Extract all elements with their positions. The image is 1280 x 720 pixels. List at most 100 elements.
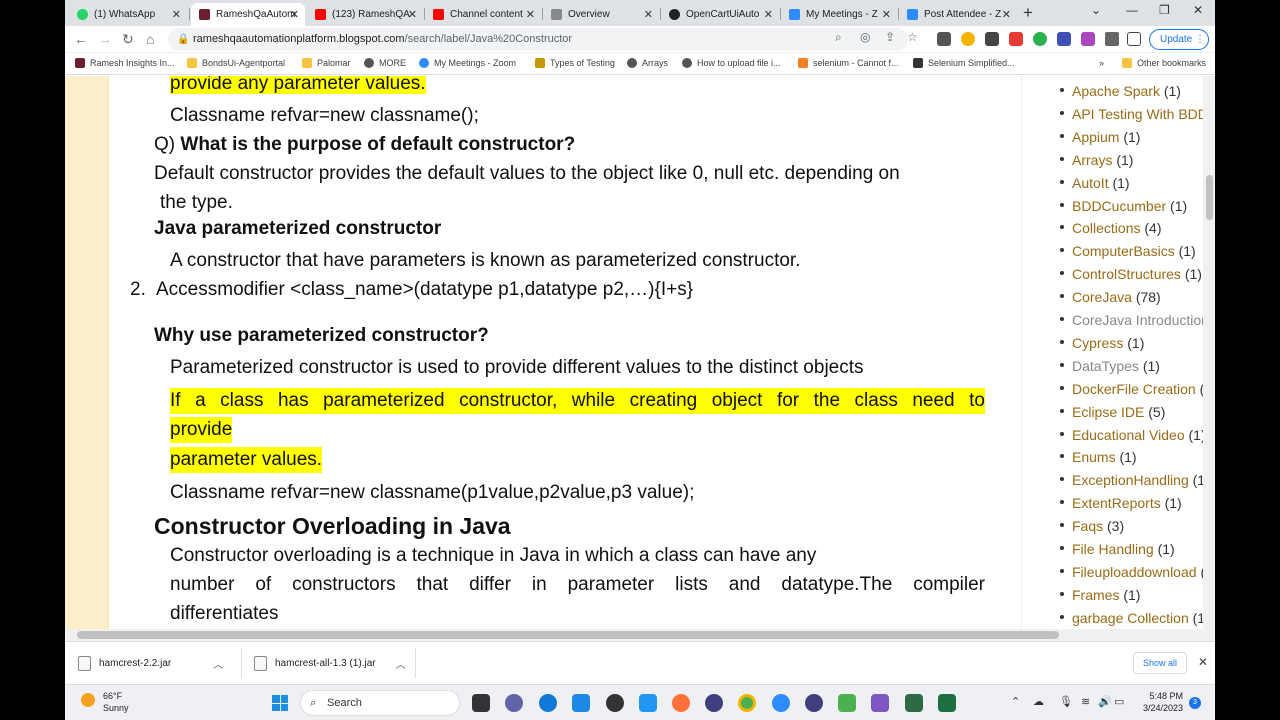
label-link[interactable]: Eclipse IDE (5) [1060,404,1165,420]
lens-icon[interactable]: ◎ [860,30,870,44]
extension-blue-icon[interactable] [1057,32,1071,46]
tab-channel-content[interactable]: Channel content ✕ [425,3,541,26]
dell-icon[interactable] [606,694,624,712]
excel-icon[interactable] [938,694,956,712]
bookmark-item[interactable]: My Meetings - Zoom [419,58,516,68]
taskbar-search[interactable]: ⌕ Search [300,690,460,716]
close-tab-icon[interactable]: ✕ [882,8,891,21]
tab-rameshqa-active[interactable]: RameshQaAutom ✕ [191,3,305,26]
bookmark-item[interactable]: Types of Testing [535,58,615,68]
extension-green-icon[interactable] [1033,32,1047,46]
notification-badge[interactable]: 3 [1189,697,1201,709]
close-tab-icon[interactable]: ✕ [526,8,535,21]
volume-icon[interactable]: 🔊 [1098,695,1112,708]
close-tab-icon[interactable]: ✕ [1002,8,1011,21]
tab-my-meetings[interactable]: My Meetings - Z ✕ [781,3,897,26]
label-link[interactable]: ComputerBasics (1) [1060,243,1196,259]
label-link[interactable]: Educational Video (1) [1060,427,1206,443]
label-link[interactable]: Apache Spark (1) [1060,83,1181,99]
clock[interactable]: 5:48 PM 3/24/2023 [1125,690,1183,714]
firefox-icon[interactable] [672,694,690,712]
label-link[interactable]: Appium (1) [1060,129,1140,145]
label-link[interactable]: Faqs (3) [1060,518,1124,534]
address-bar[interactable]: 🔒 rameshqaautomationplatform.blogspot.com… [168,28,908,51]
vertical-scrollbar[interactable] [1203,76,1215,629]
label-link[interactable]: Collections (4) [1060,220,1162,236]
zoom-icon[interactable]: ⌕ [835,30,842,45]
new-tab-icon[interactable]: + [1023,3,1033,23]
extension-yellow-icon[interactable] [961,32,975,46]
bookmark-item[interactable]: Ramesh Insights In... [75,58,175,68]
tab-post-attendee[interactable]: Post Attendee - Z ✕ [899,3,1017,26]
close-tab-icon[interactable]: ✕ [172,8,181,21]
close-tab-icon[interactable]: ✕ [290,8,299,21]
label-link[interactable]: ExceptionHandling (1) [1060,472,1210,488]
extensions-puzzle-icon[interactable] [1105,32,1119,46]
bookmark-item[interactable]: Palomar [302,58,351,68]
label-link[interactable]: CoreJava Introduction [1060,312,1209,328]
battery-icon[interactable]: ▭ [1114,695,1124,708]
extension-selectors-icon[interactable] [985,32,999,46]
edge-icon[interactable] [539,694,557,712]
close-tab-icon[interactable]: ✕ [644,8,653,21]
home-icon[interactable]: ⌂ [146,31,154,47]
bookmark-item[interactable]: BondsUi-Agentportal [187,58,285,68]
chat-icon[interactable] [505,694,523,712]
maximize-icon[interactable]: ❐ [1159,3,1170,17]
close-tab-icon[interactable]: ✕ [764,8,773,21]
label-link[interactable]: ControlStructures (1) [1060,266,1202,282]
extension-red-icon[interactable] [1009,32,1023,46]
tab-search-icon[interactable]: ⌄ [1091,3,1101,17]
tab-overview[interactable]: Overview ✕ [543,3,659,26]
horizontal-scroll-thumb[interactable] [77,631,1059,639]
label-link[interactable]: API Testing With BDD [1060,106,1208,122]
webex-icon[interactable] [905,694,923,712]
vertical-scroll-thumb[interactable] [1206,175,1213,220]
close-window-icon[interactable]: ✕ [1193,3,1203,17]
download-item[interactable]: hamcrest-2.2.jar ︿ [78,656,223,671]
bookmark-item[interactable]: selenium - Cannot f... [798,58,899,68]
tab-whatsapp[interactable]: (1) WhatsApp ✕ [69,3,187,26]
bookmarks-overflow-icon[interactable]: » [1099,58,1104,68]
label-link[interactable]: DockerFile Creation (1 [1060,381,1212,397]
label-link[interactable]: File Handling (1) [1060,541,1175,557]
chevron-up-icon[interactable]: ︿ [396,656,406,671]
chrome-icon[interactable] [738,694,756,712]
label-link[interactable]: DataTypes (1) [1060,358,1160,374]
tray-overflow-icon[interactable]: ⌃ [1011,695,1020,708]
bookmark-item[interactable]: Arrays [627,58,668,68]
chevron-up-icon[interactable]: ︿ [213,656,223,671]
minimize-icon[interactable]: — [1126,3,1138,17]
app-icon[interactable] [639,694,657,712]
windows-start-icon[interactable] [272,695,288,711]
bookmark-star-icon[interactable]: ☆ [907,30,918,44]
store-icon[interactable] [572,694,590,712]
extension-purple-icon[interactable] [1081,32,1095,46]
update-button[interactable]: Update ⋮ [1149,29,1209,50]
bookmark-item[interactable]: MORE [364,58,406,68]
other-bookmarks[interactable]: Other bookmarks [1122,58,1206,68]
label-link[interactable]: Frames (1) [1060,587,1140,603]
notepad-icon[interactable] [838,694,856,712]
eclipse-icon[interactable] [805,694,823,712]
microphone-icon[interactable]: 🎙 [1059,695,1073,708]
app-icon[interactable] [871,694,889,712]
download-item[interactable]: hamcrest-all-1.3 (1).jar ︿ [254,656,406,671]
close-tab-icon[interactable]: ✕ [408,8,417,21]
extension-cast-icon[interactable] [937,32,951,46]
label-link[interactable]: AutoIt (1) [1060,175,1130,191]
forward-icon[interactable]: → [98,31,112,47]
eclipse-icon[interactable] [705,694,723,712]
back-icon[interactable]: ← [74,31,88,47]
show-all-button[interactable]: Show all [1133,652,1187,674]
file-explorer-icon[interactable] [472,694,490,712]
cloud-icon[interactable]: ☁ [1033,695,1044,708]
label-link[interactable]: CoreJava (78) [1060,289,1161,305]
zoom-app-icon[interactable] [772,694,790,712]
reload-icon[interactable]: ↻ [122,31,134,48]
bookmark-item[interactable]: Selenium Simplified... [913,58,1015,68]
label-link[interactable]: ExtentReports (1) [1060,495,1182,511]
label-link[interactable]: BDDCucumber (1) [1060,198,1187,214]
wifi-icon[interactable]: ≋ [1081,695,1090,708]
label-link[interactable]: Fileuploaddownload (1 [1060,564,1213,580]
